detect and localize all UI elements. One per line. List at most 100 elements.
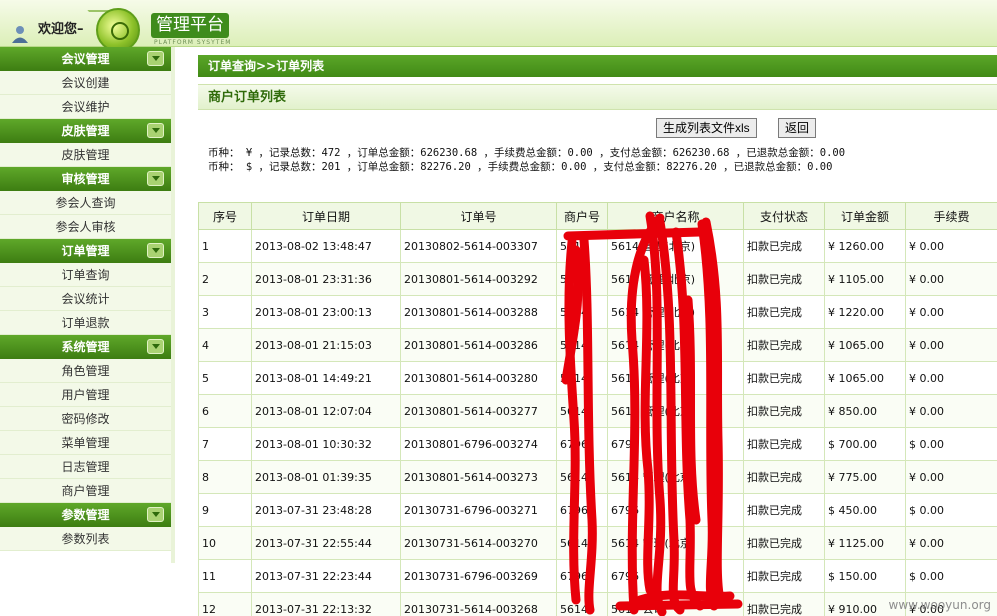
table-cell: 11 — [198, 559, 252, 593]
table-cell: 扣款已完成 — [743, 592, 825, 616]
table-cell: 20130801-5614-003280 — [400, 361, 557, 395]
back-button[interactable]: 返回 — [778, 118, 817, 138]
breadcrumb: 订单查询>>订单列表 — [198, 55, 997, 77]
menu-group-title: 审核管理 — [61, 172, 110, 186]
summary-cny: 币种： ¥ ，记录总数：472 ，订单总金额：626230.68 ，手续费总金额… — [208, 147, 846, 159]
menu-group-header[interactable]: 系统管理 — [0, 335, 171, 359]
table-cell: 2013-07-31 23:48:28 — [251, 493, 401, 527]
table-cell: 2013-08-01 23:31:36 — [251, 262, 401, 296]
menu-group-header[interactable]: 皮肤管理 — [0, 119, 171, 143]
sidebar-menu-item[interactable]: 商户管理 — [0, 479, 171, 503]
collapse-toggle-icon[interactable] — [147, 243, 164, 258]
table-cell: 5614 管理(北京) — [607, 394, 744, 428]
column-header: 商户号 — [556, 202, 608, 230]
sidebar-menu-item[interactable]: 用户管理 — [0, 383, 171, 407]
sidebar-menu-item[interactable]: 参会人查询 — [0, 191, 171, 215]
table-cell: $ 0.00 — [905, 559, 997, 593]
column-header: 支付状态 — [743, 202, 825, 230]
table-row[interactable]: 5 2013-08-01 14:49:21 20130801-5614-003280… — [198, 361, 997, 395]
collapse-toggle-icon[interactable] — [147, 507, 164, 522]
table-cell: 20130731-6796-003269 — [400, 559, 557, 593]
menu-group-header[interactable]: 参数管理 — [0, 503, 171, 527]
collapse-toggle-icon[interactable] — [147, 123, 164, 138]
sidebar-menu: 会议管理 会议创建 会议维护 皮肤管理 皮肤管理 审核管理 参会人查询 参会人审核 订单管理 订单… — [0, 47, 175, 563]
order-table: 序号 订单日期 订单号 商户号 商户名称 支付状态 订单金额 手续费 1 2013-08-02 … — [198, 202, 997, 616]
table-row[interactable]: 3 2013-08-01 23:00:13 20130801-5614-003288… — [198, 295, 997, 329]
app-subtitle: PLATFORM SYSYTEM — [154, 39, 232, 46]
table-cell: 5614 公司 — [607, 592, 744, 616]
sidebar-menu-item[interactable]: 角色管理 — [0, 359, 171, 383]
table-cell: 20130802-5614-003307 — [400, 229, 557, 263]
user-icon — [12, 26, 28, 43]
page-title: 商户订单列表 — [198, 84, 997, 110]
table-cell: 扣款已完成 — [743, 262, 825, 296]
table-cell: 5614 管理(北京) — [607, 361, 744, 395]
menu-group-title: 皮肤管理 — [61, 124, 110, 138]
export-xls-button[interactable]: 生成列表文件xls — [656, 118, 757, 138]
sidebar-menu-item[interactable]: 皮肤管理 — [0, 143, 171, 167]
table-row[interactable]: 12 2013-07-31 22:13:32 20130731-5614-00326… — [198, 592, 997, 616]
watermark: www.wooyun.org — [888, 598, 991, 612]
sidebar-menu-item[interactable]: 会议创建 — [0, 71, 171, 95]
sidebar-menu-item[interactable]: 订单退款 — [0, 311, 171, 335]
table-cell: 5614 — [556, 460, 608, 494]
table-row[interactable]: 4 2013-08-01 21:15:03 20130801-5614-003286… — [198, 328, 997, 362]
sidebar-menu-item[interactable]: 会议维护 — [0, 95, 171, 119]
table-cell: 20130801-5614-003277 — [400, 394, 557, 428]
table-header-row: 序号 订单日期 订单号 商户号 商户名称 支付状态 订单金额 手续费 — [198, 202, 997, 230]
table-cell: 扣款已完成 — [743, 295, 825, 329]
table-row[interactable]: 6 2013-08-01 12:07:04 20130801-5614-003277… — [198, 394, 997, 428]
menu-group-header[interactable]: 会议管理 — [0, 47, 171, 71]
table-cell: 5614 — [556, 394, 608, 428]
table-cell: 扣款已完成 — [743, 394, 825, 428]
table-cell: 6796 — [556, 427, 608, 461]
table-row[interactable]: 7 2013-08-01 10:30:32 20130801-6796-003274… — [198, 427, 997, 461]
table-cell: 5614 — [556, 592, 608, 616]
table-cell: $ 0.00 — [905, 427, 997, 461]
sidebar-menu-item[interactable]: 参数列表 — [0, 527, 171, 551]
table-cell: 20130731-5614-003270 — [400, 526, 557, 560]
collapse-toggle-icon[interactable] — [147, 51, 164, 66]
main-content: 订单查询>>订单列表 商户订单列表 生成列表文件xls 返回 币种： ¥ ，记录… — [198, 55, 997, 616]
collapse-toggle-icon[interactable] — [147, 171, 164, 186]
table-cell: 2013-08-02 13:48:47 — [251, 229, 401, 263]
sidebar-menu-item[interactable]: 日志管理 — [0, 455, 171, 479]
table-row[interactable]: 8 2013-08-01 01:39:35 20130801-5614-003273… — [198, 460, 997, 494]
column-header: 商户名称 — [607, 202, 744, 230]
table-cell: 扣款已完成 — [743, 460, 825, 494]
table-cell: 5 — [198, 361, 252, 395]
collapse-toggle-icon[interactable] — [147, 339, 164, 354]
sidebar-menu-item[interactable]: 参会人审核 — [0, 215, 171, 239]
table-cell: ¥ 1065.00 — [824, 328, 906, 362]
column-header: 订单金额 — [824, 202, 906, 230]
table-cell: ¥ 1220.00 — [824, 295, 906, 329]
table-row[interactable]: 11 2013-07-31 22:23:44 20130731-6796-00326… — [198, 559, 997, 593]
table-cell: 2013-08-01 14:49:21 — [251, 361, 401, 395]
table-cell: 4 — [198, 328, 252, 362]
table-cell: ¥ 1065.00 — [824, 361, 906, 395]
table-cell: 8 — [198, 460, 252, 494]
table-row[interactable]: 1 2013-08-02 13:48:47 20130802-5614-003307… — [198, 229, 997, 263]
menu-group-header[interactable]: 审核管理 — [0, 167, 171, 191]
table-cell: 5614 管理(北京) — [607, 328, 744, 362]
table-cell: 5614 — [556, 526, 608, 560]
table-row[interactable]: 10 2013-07-31 22:55:44 20130731-5614-00327… — [198, 526, 997, 560]
menu-group-title: 系统管理 — [61, 340, 110, 354]
sidebar-menu-item[interactable]: 订单查询 — [0, 263, 171, 287]
sidebar-menu-item[interactable]: 会议统计 — [0, 287, 171, 311]
table-cell: 1 — [198, 229, 252, 263]
table-cell: ¥ 1260.00 — [824, 229, 906, 263]
table-cell: 20130801-5614-003292 — [400, 262, 557, 296]
table-cell: 7 — [198, 427, 252, 461]
sidebar-menu-item[interactable]: 密码修改 — [0, 407, 171, 431]
sidebar-menu-item[interactable]: 菜单管理 — [0, 431, 171, 455]
table-cell: 9 — [198, 493, 252, 527]
table-row[interactable]: 9 2013-07-31 23:48:28 20130731-6796-003271… — [198, 493, 997, 527]
menu-group-header[interactable]: 订单管理 — [0, 239, 171, 263]
table-cell: ¥ 0.00 — [905, 361, 997, 395]
menu-group-title: 会议管理 — [61, 52, 110, 66]
table-row[interactable]: 2 2013-08-01 23:31:36 20130801-5614-003292… — [198, 262, 997, 296]
table-cell: 5614 管理(北京) — [607, 526, 744, 560]
table-cell: 6796 — [607, 427, 744, 461]
table-cell: 20130731-5614-003268 — [400, 592, 557, 616]
